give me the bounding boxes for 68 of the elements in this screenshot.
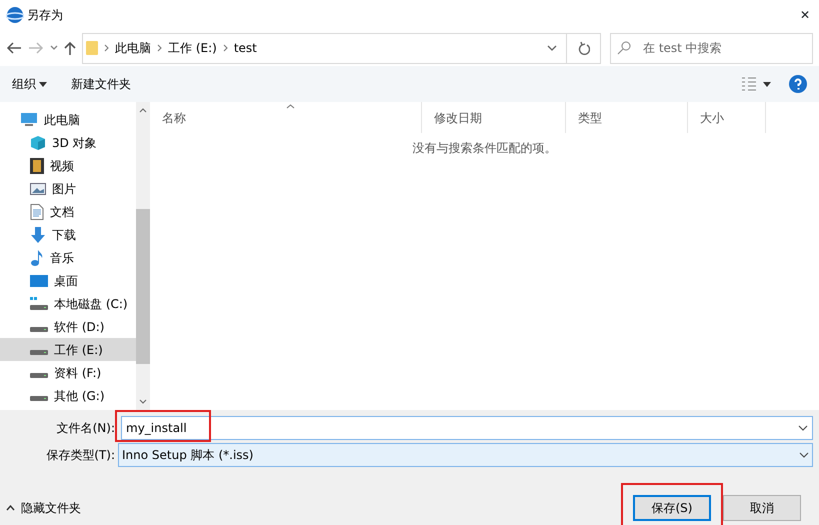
dropdown-icon[interactable] bbox=[547, 45, 557, 51]
cancel-button[interactable]: 取消 bbox=[723, 495, 801, 521]
view-icon[interactable] bbox=[741, 77, 757, 91]
sidebar-item[interactable]: 视频 bbox=[0, 154, 136, 177]
chevron-icon bbox=[104, 44, 109, 52]
app-icon bbox=[6, 6, 24, 24]
column-header[interactable]: 类型 bbox=[566, 102, 688, 133]
scroll-up-icon[interactable] bbox=[139, 108, 147, 113]
breadcrumb-item[interactable]: test bbox=[234, 39, 257, 57]
refresh-icon bbox=[578, 41, 590, 55]
breadcrumb-item[interactable]: 工作 (E:) bbox=[168, 39, 217, 57]
field-label: 保存类型(T): bbox=[45, 447, 116, 464]
field-label: 文件名(N): bbox=[56, 420, 116, 437]
drive-icon bbox=[30, 350, 48, 355]
organize-menu[interactable]: 组织 bbox=[12, 75, 36, 93]
sidebar-item[interactable]: 此电脑 bbox=[0, 108, 136, 131]
sidebar-item[interactable]: 资料 (F:) bbox=[0, 361, 136, 384]
cube-icon bbox=[30, 134, 46, 150]
picture-icon bbox=[30, 182, 46, 196]
scrollbar[interactable] bbox=[136, 102, 150, 410]
sidebar-item[interactable]: 下载 bbox=[0, 223, 136, 246]
sidebar-item[interactable]: 本地磁盘 (C:) bbox=[0, 292, 136, 315]
sidebar-item[interactable]: 工作 (E:) bbox=[0, 338, 136, 361]
sidebar-item[interactable]: 3D 对象 bbox=[0, 131, 136, 154]
caret-icon[interactable] bbox=[39, 82, 47, 86]
drive-icon bbox=[30, 396, 48, 401]
back-icon[interactable] bbox=[6, 42, 22, 54]
new-folder-button[interactable]: 新建文件夹 bbox=[71, 75, 131, 93]
chevron-icon[interactable] bbox=[6, 505, 15, 511]
up-icon[interactable] bbox=[64, 41, 76, 55]
search-icon bbox=[617, 41, 631, 55]
drive-icon bbox=[30, 296, 48, 310]
sidebar-item[interactable]: 文档 bbox=[0, 200, 136, 223]
folder-icon bbox=[86, 40, 98, 56]
desktop-icon bbox=[30, 274, 48, 288]
dropdown-icon[interactable] bbox=[798, 425, 808, 431]
column-header[interactable]: 大小 bbox=[688, 102, 766, 133]
empty-message: 没有与搜索条件匹配的项。 bbox=[412, 141, 556, 155]
chevron-icon bbox=[157, 44, 162, 52]
search-field[interactable]: 在 test 中搜索 bbox=[610, 32, 813, 64]
help-icon[interactable] bbox=[789, 75, 807, 93]
window-title: 另存为 bbox=[27, 7, 63, 24]
caret-icon[interactable] bbox=[763, 82, 771, 86]
down-arrow-icon bbox=[30, 226, 46, 242]
film-icon bbox=[30, 158, 44, 174]
sidebar-item[interactable]: 其他 (G:) bbox=[0, 384, 136, 407]
scroll-down-icon[interactable] bbox=[139, 399, 147, 404]
breadcrumb-item[interactable]: 此电脑 bbox=[115, 39, 151, 57]
refresh-button[interactable] bbox=[567, 32, 601, 64]
music-note-icon bbox=[30, 250, 44, 266]
column-header[interactable]: 修改日期 bbox=[422, 102, 566, 133]
sidebar-item[interactable]: 软件 (D:) bbox=[0, 315, 136, 338]
sidebar-item[interactable]: 图片 bbox=[0, 177, 136, 200]
hide-folders-toggle[interactable]: 隐藏文件夹 bbox=[21, 499, 81, 517]
dropdown-icon bbox=[799, 452, 809, 458]
address-bar[interactable]: 此电脑 工作 (E:) test bbox=[82, 32, 567, 64]
chevron-icon bbox=[222, 44, 228, 52]
sidebar-item[interactable]: 桌面 bbox=[0, 269, 136, 292]
close-button[interactable]: ✕ bbox=[800, 6, 810, 24]
drive-icon bbox=[30, 327, 48, 332]
filetype-dropdown[interactable]: Inno Setup 脚本 (*.iss) bbox=[118, 443, 813, 467]
save-button[interactable]: 保存(S) bbox=[633, 495, 711, 521]
document-icon bbox=[30, 204, 44, 220]
filename-field[interactable]: my_install bbox=[121, 416, 813, 440]
sidebar-item[interactable]: 音乐 bbox=[0, 246, 136, 269]
column-header[interactable]: 名称 bbox=[150, 102, 422, 133]
computer-icon bbox=[20, 112, 38, 128]
drive-icon bbox=[30, 373, 48, 378]
